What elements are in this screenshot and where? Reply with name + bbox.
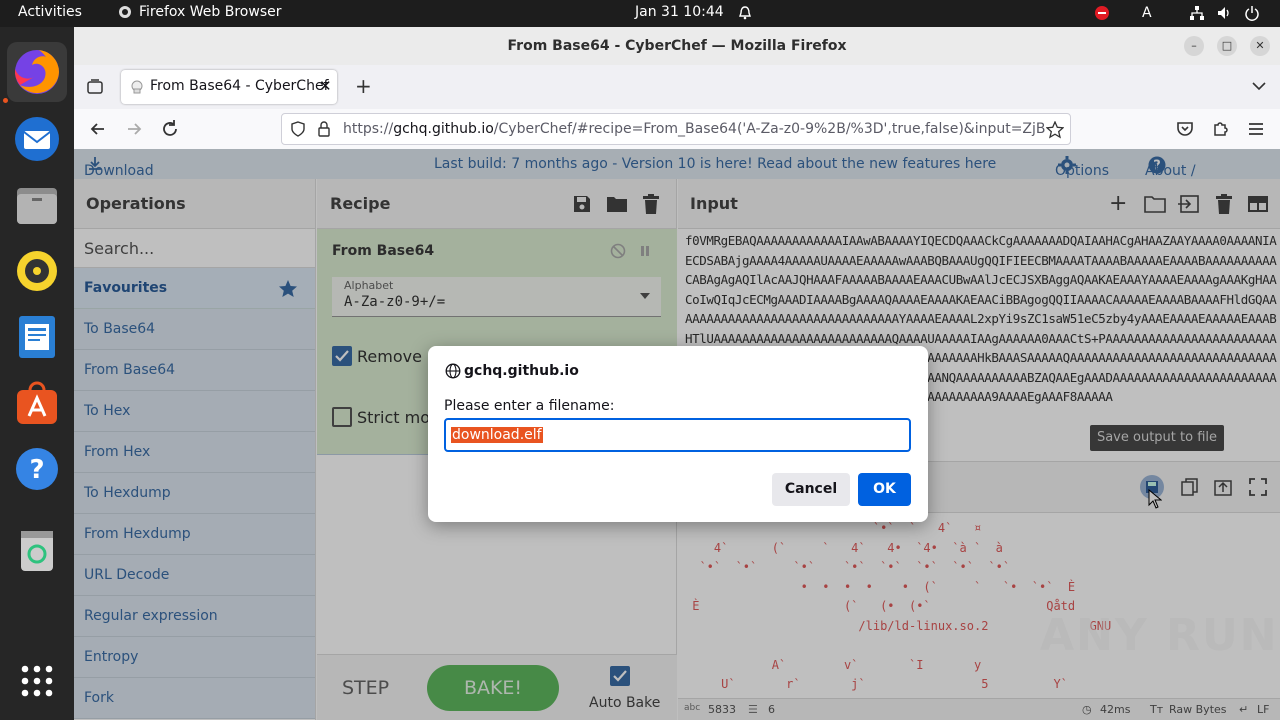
minimize-button[interactable]: – xyxy=(1184,36,1204,56)
reload-icon[interactable] xyxy=(159,118,181,140)
recording-stop-icon[interactable] xyxy=(1094,5,1110,21)
dock-firefox-icon[interactable] xyxy=(7,42,67,102)
volume-icon[interactable] xyxy=(1216,5,1232,21)
gnome-top-bar: Activities Firefox Web Browser Jan 31 10… xyxy=(0,0,1280,27)
show-apps-icon[interactable] xyxy=(7,651,67,711)
dock-app-center-icon[interactable] xyxy=(7,373,67,433)
lock-icon[interactable] xyxy=(317,121,331,137)
close-tab-icon[interactable]: ✕ xyxy=(319,77,332,95)
close-window-button[interactable]: ✕ xyxy=(1250,36,1270,56)
url-text: https://gchq.github.io/CyberChef/#recipe… xyxy=(343,121,1046,137)
firefox-small-icon xyxy=(119,6,131,18)
bookmark-star-icon[interactable] xyxy=(1046,121,1064,139)
tab-title: From Base64 - CyberChef xyxy=(150,78,329,94)
filename-value: download.elf xyxy=(451,427,543,443)
dock-files-icon[interactable] xyxy=(7,175,67,235)
app-name: Firefox Web Browser xyxy=(139,4,282,20)
clock[interactable]: Jan 31 10:44 xyxy=(635,4,724,20)
list-tabs-chevron-icon[interactable] xyxy=(1252,81,1266,91)
anyrun-watermark: ANY RUN xyxy=(1040,610,1279,661)
filename-prompt-dialog: gchq.github.io Please enter a filename: … xyxy=(428,346,928,522)
app-menu[interactable]: Firefox Web Browser xyxy=(118,4,282,20)
window-title: From Base64 - CyberChef — Mozilla Firefo… xyxy=(74,27,1280,65)
chef-hat-favicon-icon xyxy=(131,80,143,94)
back-arrow-icon[interactable] xyxy=(87,118,109,140)
url-bar[interactable]: https://gchq.github.io/CyberChef/#recipe… xyxy=(281,113,1071,145)
navigation-bar: https://gchq.github.io/CyberChef/#recipe… xyxy=(74,109,1280,149)
power-icon[interactable] xyxy=(1244,5,1260,21)
dock-trash-icon[interactable] xyxy=(7,520,67,580)
dialog-message: Please enter a filename: xyxy=(444,398,615,414)
firefox-view-icon[interactable] xyxy=(86,78,104,96)
active-app-indicator xyxy=(3,98,8,103)
tab-bar: From Base64 - CyberChef ✕ + xyxy=(74,65,1280,109)
hamburger-menu-icon[interactable] xyxy=(1245,118,1267,140)
filename-input[interactable]: download.elf xyxy=(444,418,911,452)
cancel-button[interactable]: Cancel xyxy=(772,473,850,506)
maximize-button[interactable]: □ xyxy=(1217,36,1237,56)
dock-rhythmbox-icon[interactable] xyxy=(7,241,67,301)
globe-icon xyxy=(445,363,461,379)
dock: ? xyxy=(0,27,74,720)
input-language-indicator[interactable]: A xyxy=(1142,5,1152,21)
network-icon[interactable] xyxy=(1189,5,1205,21)
dock-writer-icon[interactable] xyxy=(7,307,67,367)
pocket-icon[interactable] xyxy=(1174,118,1196,140)
dialog-host: gchq.github.io xyxy=(464,363,579,379)
extensions-icon[interactable] xyxy=(1209,118,1231,140)
new-tab-icon[interactable]: + xyxy=(355,74,372,98)
dock-help-icon[interactable]: ? xyxy=(7,439,67,499)
svg-text:?: ? xyxy=(29,455,44,485)
forward-arrow-icon[interactable] xyxy=(123,118,145,140)
ok-button[interactable]: OK xyxy=(858,473,911,506)
dock-thunderbird-icon[interactable] xyxy=(7,108,67,168)
bell-icon[interactable] xyxy=(737,5,753,21)
activities-button[interactable]: Activities xyxy=(18,4,82,20)
tab-cyberchef[interactable]: From Base64 - CyberChef ✕ xyxy=(121,70,337,104)
shield-icon[interactable] xyxy=(290,121,306,137)
